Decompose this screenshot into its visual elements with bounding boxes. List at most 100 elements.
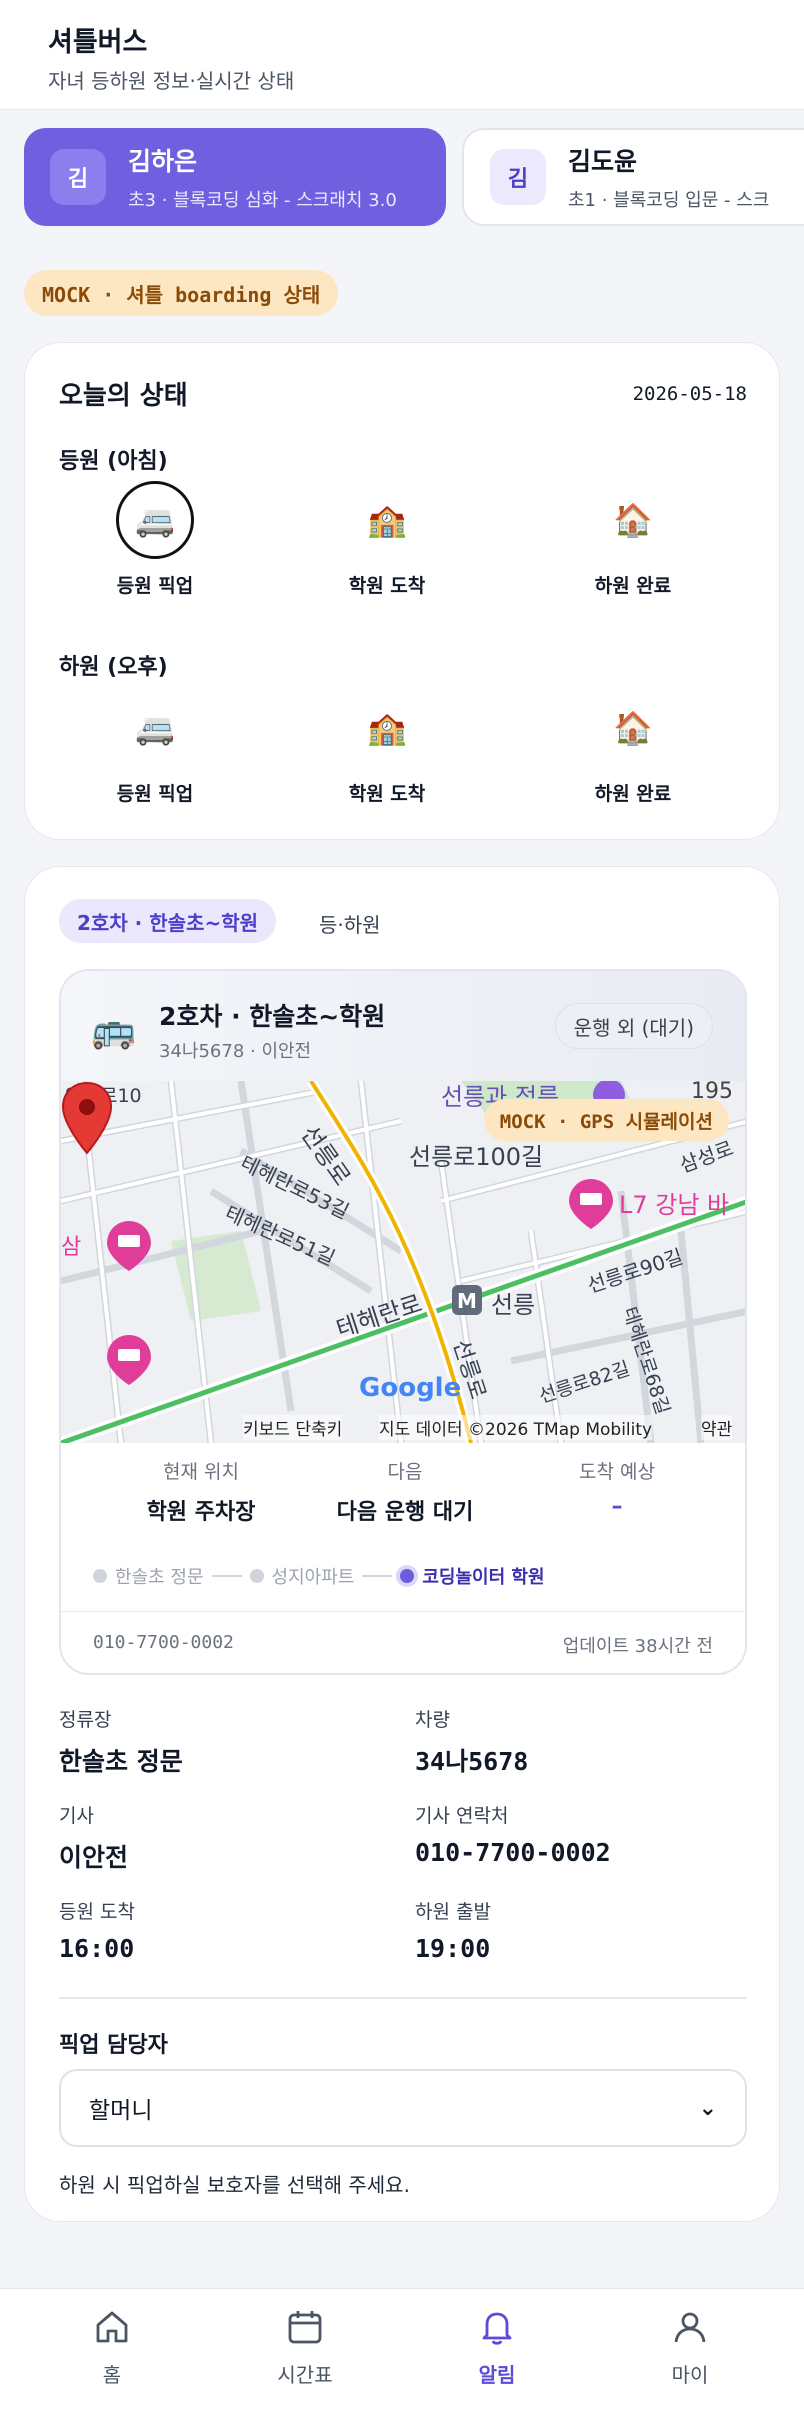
- svg-text:M: M: [457, 1289, 477, 1313]
- child-name: 김도윤: [568, 147, 638, 176]
- pickup-title: 픽업 담당자: [59, 2033, 168, 2058]
- updated-time: 업데이트 38시간 전: [562, 1636, 713, 1657]
- nav-label: 시간표: [277, 2363, 333, 2387]
- today-title: 오늘의 상태: [59, 381, 188, 411]
- stop-name: 한솔초 정문: [115, 1567, 204, 1588]
- nav-notifications[interactable]: 알림: [422, 2307, 572, 2388]
- google-logo: Google: [359, 1373, 462, 1403]
- detail-label: 기사: [59, 1805, 94, 1827]
- map-credits: 키보드 단축키 지도 데이터 ©2026 TMap Mobility 약관: [61, 1413, 745, 1443]
- stop-item: 한솔초 정문: [93, 1563, 204, 1589]
- gps-simulation-badge: MOCK · GPS 시뮬레이션: [483, 1099, 729, 1141]
- map-label: L7 강남 바: [619, 1191, 730, 1219]
- stat-label: 현재 위치: [163, 1461, 239, 1483]
- map-label: 선릉로100길: [409, 1143, 544, 1171]
- morning-steps: 🚐 등원 픽업 🏫 학원 도착 🏠 하원 완료: [25, 481, 781, 597]
- detail-vehicle: 차량 34나5678: [415, 1705, 528, 1778]
- detail-value: 16:00: [59, 1934, 135, 1963]
- step-arrive: 🏫 학원 도착: [287, 689, 487, 806]
- next-stop: 다음 다음 운행 대기: [305, 1457, 505, 1526]
- detail-driver-phone: 기사 연락처 010-7700-0002: [415, 1801, 611, 1867]
- bus-footer: 010-7700-0002 업데이트 38시간 전: [61, 1611, 745, 1673]
- detail-value: 19:00: [415, 1934, 491, 1963]
- child-class: 초3 · 블록코딩 심화 - 스크래치 3.0: [128, 190, 397, 211]
- calendar-icon: [288, 2311, 322, 2344]
- detail-label: 정류장: [59, 1709, 112, 1731]
- stop-dot: [249, 1569, 264, 1583]
- home-icon: 🏠: [613, 501, 653, 539]
- child-card-selected[interactable]: 김 김하은 초3 · 블록코딩 심화 - 스크래치 3.0: [24, 128, 446, 226]
- child-selector: 김 김하은 초3 · 블록코딩 심화 - 스크래치 3.0 김 김도윤 초1 ·…: [0, 126, 804, 228]
- page-subtitle: 자녀 등하원 정보·실시간 상태: [48, 69, 295, 93]
- home-icon: [96, 2311, 128, 2343]
- child-card[interactable]: 김 김도윤 초1 · 블록코딩 입문 - 스크: [462, 128, 804, 226]
- nav-timetable[interactable]: 시간표: [230, 2307, 380, 2388]
- detail-value: 한솔초 정문: [59, 1747, 183, 1776]
- home-icon: 🏠: [613, 709, 653, 747]
- eta: 도착 예상 –: [517, 1457, 717, 1519]
- school-icon: 🏫: [367, 709, 407, 747]
- afternoon-steps: 🚐 등원 픽업 🏫 학원 도착 🏠 하원 완료: [25, 689, 781, 805]
- detail-departure: 하원 출발 19:00: [415, 1897, 491, 1963]
- detail-arrival: 등원 도착 16:00: [59, 1897, 135, 1963]
- bottom-nav: 홈 시간표 알림 마이: [0, 2288, 804, 2422]
- nav-label: 마이: [671, 2363, 709, 2387]
- nav-my[interactable]: 마이: [615, 2307, 765, 2388]
- step-label: 등원 픽업: [116, 783, 194, 805]
- morning-label: 등원 (아침): [59, 449, 168, 474]
- child-name: 김하은: [128, 147, 198, 176]
- step-complete: 🏠 하원 완료: [533, 481, 733, 598]
- detail-stop: 정류장 한솔초 정문: [59, 1705, 183, 1778]
- stop-item-current: 코딩놀이터 학원: [400, 1563, 545, 1589]
- stop-name: 성지아파트: [271, 1567, 355, 1588]
- step-label: 하원 완료: [594, 783, 672, 805]
- divider: [59, 1997, 747, 1999]
- bus-panel: 🚌 2호차 · 한솔초~학원 34나5678 · 이안전 운행 외 (대기) M…: [59, 969, 747, 1675]
- map-label: 삼: [61, 1235, 82, 1260]
- step-label: 학원 도착: [348, 575, 426, 597]
- stat-value: 학원 주차장: [146, 1500, 256, 1525]
- afternoon-label: 하원 (오후): [59, 655, 168, 680]
- nav-home[interactable]: 홈: [37, 2307, 187, 2388]
- map-view[interactable]: M 언주로10 선릉과 정릉 195 선릉로 선릉로100길 테헤란로53길 테…: [61, 1081, 745, 1443]
- detail-label: 차량: [415, 1709, 450, 1731]
- pickup-help-text: 하원 시 픽업하실 보호자를 선택해 주세요.: [59, 2173, 410, 2197]
- child-class: 초1 · 블록코딩 입문 - 스크: [568, 190, 770, 211]
- school-icon: 🏫: [367, 501, 407, 539]
- step-label: 등원 픽업: [116, 575, 194, 597]
- bus-header: 🚌 2호차 · 한솔초~학원 34나5678 · 이안전 운행 외 (대기): [61, 971, 745, 1081]
- detail-value: 이안전: [59, 1843, 129, 1872]
- route-badge: 2호차 · 한솔초~학원: [59, 899, 276, 943]
- keyboard-shortcuts-link[interactable]: 키보드 단축키: [243, 1415, 343, 1440]
- map-data-credit: 지도 데이터 ©2026 TMap Mobility: [379, 1415, 653, 1440]
- step-arrive: 🏫 학원 도착: [287, 481, 487, 598]
- page-title: 셔틀버스: [48, 27, 148, 58]
- route-type: 등·하원: [319, 913, 381, 937]
- stop-dot: [93, 1569, 107, 1583]
- detail-value: 34나5678: [415, 1747, 529, 1776]
- pickup-selected-value: 할머니: [89, 2098, 153, 2124]
- bus-status-badge: 운행 외 (대기): [554, 1003, 713, 1049]
- terms-link[interactable]: 약관: [701, 1415, 733, 1440]
- stat-value: 다음 운행 대기: [336, 1500, 474, 1525]
- step-label: 하원 완료: [594, 575, 672, 597]
- stop-progress: 한솔초 정문 성지아파트 코딩놀이터 학원: [93, 1561, 545, 1591]
- detail-driver: 기사 이안전: [59, 1801, 128, 1874]
- driver-phone-link[interactable]: 010-7700-0002: [93, 1632, 234, 1653]
- detail-label: 등원 도착: [59, 1901, 135, 1923]
- step-complete: 🏠 하원 완료: [533, 689, 733, 806]
- location-pin-icon[interactable]: [61, 1081, 113, 1155]
- bus-meta: 34나5678 · 이안전: [159, 1041, 312, 1062]
- detail-label: 기사 연락처: [415, 1805, 509, 1827]
- child-avatar: 김: [490, 149, 546, 205]
- route-card: 2호차 · 한솔초~학원 등·하원 🚌 2호차 · 한솔초~학원 34나5678…: [24, 866, 780, 2222]
- nav-label: 홈: [102, 2363, 122, 2387]
- current-location: 현재 위치 학원 주차장: [101, 1457, 301, 1526]
- pickup-select[interactable]: 할머니 ⌄: [59, 2069, 747, 2147]
- detail-value[interactable]: 010-7700-0002: [415, 1838, 611, 1867]
- today-date: 2026-05-18: [632, 383, 747, 405]
- mock-badge: MOCK · 셔틀 boarding 상태: [24, 270, 339, 316]
- stop-connector: [362, 1575, 393, 1577]
- detail-label: 하원 출발: [415, 1901, 491, 1923]
- stop-name: 코딩놀이터 학원: [422, 1567, 545, 1588]
